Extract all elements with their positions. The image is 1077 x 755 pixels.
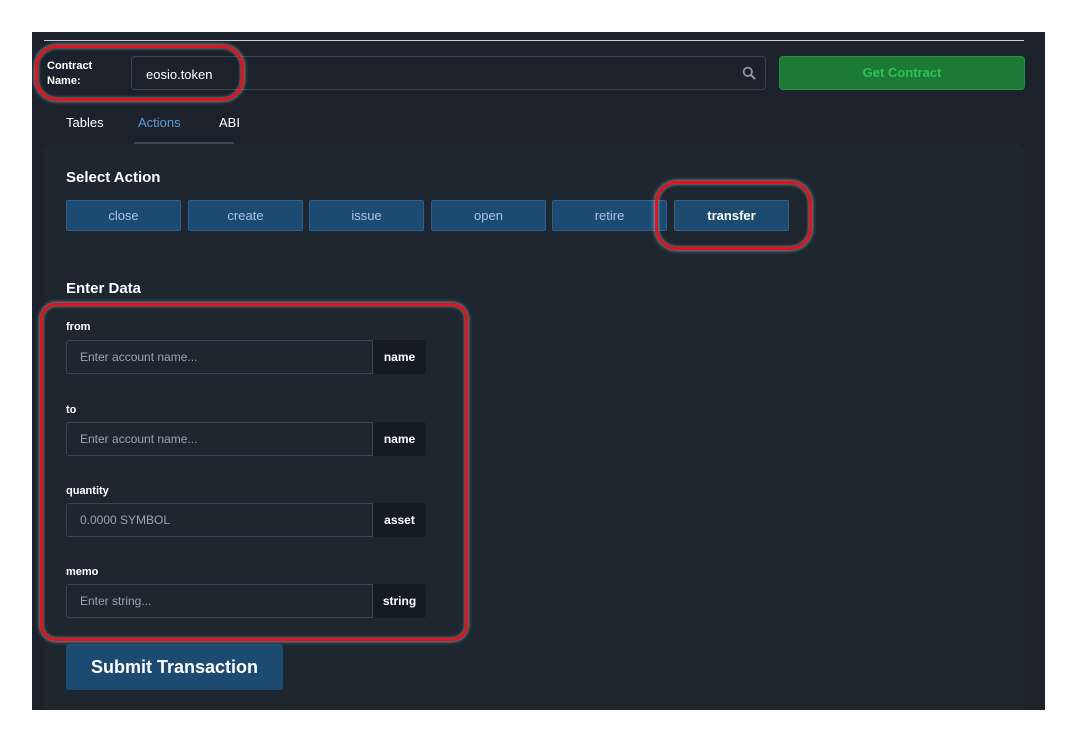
tab-tables[interactable]: Tables [66, 114, 104, 144]
field-label-to: to [66, 404, 77, 416]
contract-name-label: Contract Name: [47, 60, 93, 87]
field-label-memo: memo [66, 566, 99, 578]
get-contract-button[interactable]: Get Contract [779, 56, 1025, 90]
field-label-quantity: quantity [66, 485, 109, 497]
top-divider [44, 40, 1024, 41]
enter-data-title: Enter Data [66, 280, 142, 297]
tab-actions[interactable]: Actions [138, 114, 181, 144]
action-retire-button[interactable]: retire [552, 200, 667, 231]
action-issue-button[interactable]: issue [309, 200, 424, 231]
action-close-button[interactable]: close [66, 200, 181, 231]
to-type-tag: name [373, 422, 426, 456]
to-input[interactable] [66, 422, 373, 456]
search-icon[interactable] [742, 66, 756, 80]
quantity-type-tag: asset [373, 503, 426, 537]
memo-input[interactable] [66, 584, 373, 618]
action-create-button[interactable]: create [188, 200, 303, 231]
field-label-from: from [66, 321, 91, 333]
action-transfer-button[interactable]: transfer [674, 200, 789, 231]
contract-panel: Contract Name: Get Contract Tables Actio… [32, 32, 1045, 710]
contract-search-box[interactable] [131, 56, 766, 91]
from-input[interactable] [66, 340, 373, 374]
submit-transaction-button[interactable]: Submit Transaction [66, 644, 283, 690]
tab-abi[interactable]: ABI [219, 114, 240, 144]
memo-type-tag: string [373, 584, 426, 618]
from-type-tag: name [373, 340, 426, 374]
select-action-title: Select Action [66, 169, 161, 186]
quantity-input[interactable] [66, 503, 373, 537]
action-open-button[interactable]: open [431, 200, 546, 231]
contract-name-input[interactable] [144, 57, 728, 91]
